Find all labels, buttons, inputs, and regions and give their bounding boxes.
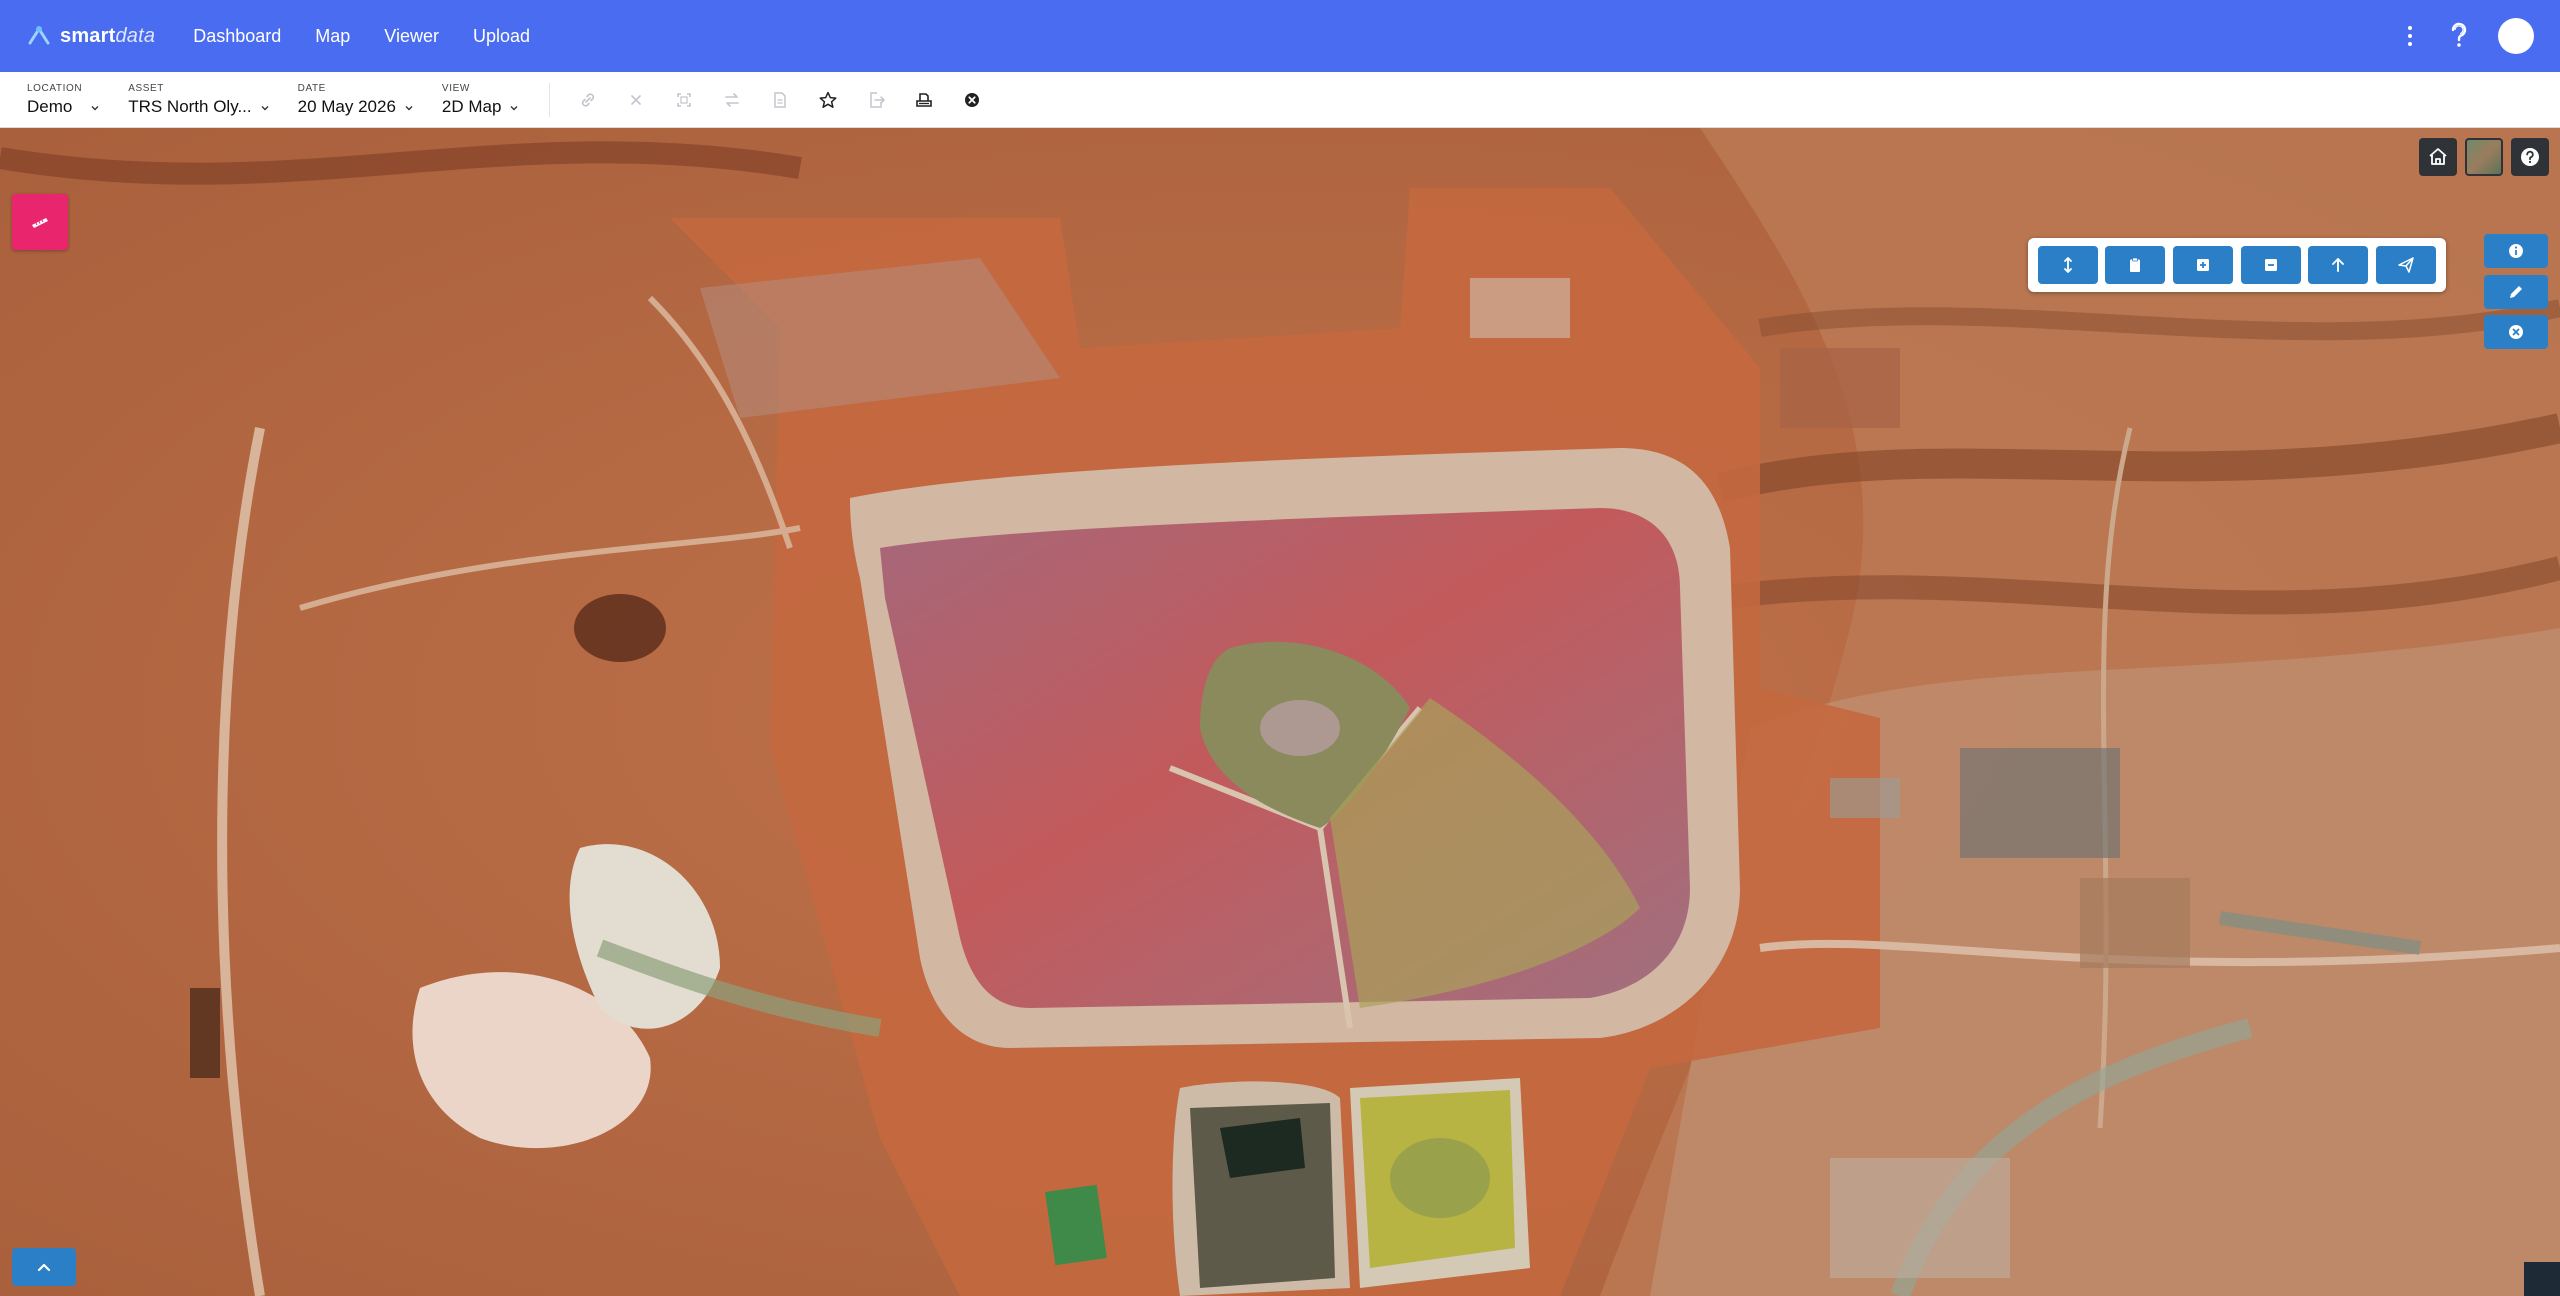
remove-box-icon[interactable] [2240, 246, 2301, 284]
layer-badge-icon[interactable] [12, 194, 68, 250]
close-circle-icon[interactable] [2484, 315, 2548, 349]
chevron-down-icon [261, 105, 269, 110]
fullscreen-icon[interactable] [660, 80, 708, 120]
chevron-down-icon [91, 105, 99, 110]
map-canvas[interactable] [0, 128, 2560, 1296]
date-value: 20 May 2026 [297, 96, 396, 116]
aerial-imagery [0, 128, 2560, 1296]
drawing-toolbar [2028, 238, 2446, 292]
toolbar-divider [549, 82, 551, 117]
nav-upload[interactable]: Upload [473, 26, 530, 47]
help-icon[interactable] [2446, 21, 2472, 51]
clipboard-icon[interactable] [2105, 246, 2166, 284]
resize-vertical-icon[interactable] [2037, 246, 2098, 284]
view-selector[interactable]: VIEW 2D Map [442, 83, 522, 117]
brand-name: smartdata [60, 24, 156, 47]
brand-logo[interactable]: smartdata [26, 23, 155, 49]
expand-panel-button[interactable] [12, 1248, 76, 1286]
location-value: Demo [27, 96, 73, 116]
date-selector[interactable]: DATE 20 May 2026 [298, 83, 416, 117]
send-icon[interactable] [2376, 246, 2437, 284]
nav-dashboard[interactable]: Dashboard [193, 26, 281, 47]
map-corner-control[interactable] [2524, 1262, 2560, 1296]
asset-value: TRS North Oly... [128, 96, 252, 116]
help-icon[interactable] [2511, 138, 2549, 176]
pencil-icon[interactable] [2484, 275, 2548, 309]
asset-toolbar: LOCATION Demo ASSET TRS North Oly... DAT… [0, 72, 2560, 128]
basemap-thumbnail[interactable] [2465, 138, 2503, 176]
chevron-down-icon [405, 105, 413, 110]
export-icon[interactable] [852, 80, 900, 120]
chevron-down-icon [510, 105, 518, 110]
swap-icon[interactable] [708, 80, 756, 120]
view-label: VIEW [441, 82, 470, 94]
asset-label: ASSET [128, 82, 164, 94]
info-icon[interactable] [2484, 234, 2548, 268]
top-navbar: smartdata Dashboard Map Viewer Upload [0, 0, 2560, 72]
add-box-icon[interactable] [2173, 246, 2234, 284]
print-icon[interactable] [900, 80, 948, 120]
location-selector[interactable]: LOCATION Demo [27, 83, 102, 117]
chevron-up-icon [37, 1263, 51, 1272]
asset-selector[interactable]: ASSET TRS North Oly... [128, 83, 271, 117]
arrow-up-icon[interactable] [2308, 246, 2369, 284]
brand-mark-icon [28, 26, 50, 45]
more-menu-icon[interactable] [2400, 22, 2420, 50]
cancel-circle-icon[interactable] [948, 80, 996, 120]
user-avatar[interactable] [2498, 18, 2534, 54]
nav-viewer[interactable]: Viewer [384, 26, 439, 47]
location-label: LOCATION [27, 82, 83, 94]
link-icon[interactable] [564, 80, 612, 120]
nav-map[interactable]: Map [315, 26, 350, 47]
view-value: 2D Map [441, 96, 502, 116]
date-label: DATE [297, 82, 326, 94]
star-icon[interactable] [804, 80, 852, 120]
close-x-icon[interactable] [612, 80, 660, 120]
home-icon[interactable] [2419, 138, 2457, 176]
document-icon[interactable] [756, 80, 804, 120]
